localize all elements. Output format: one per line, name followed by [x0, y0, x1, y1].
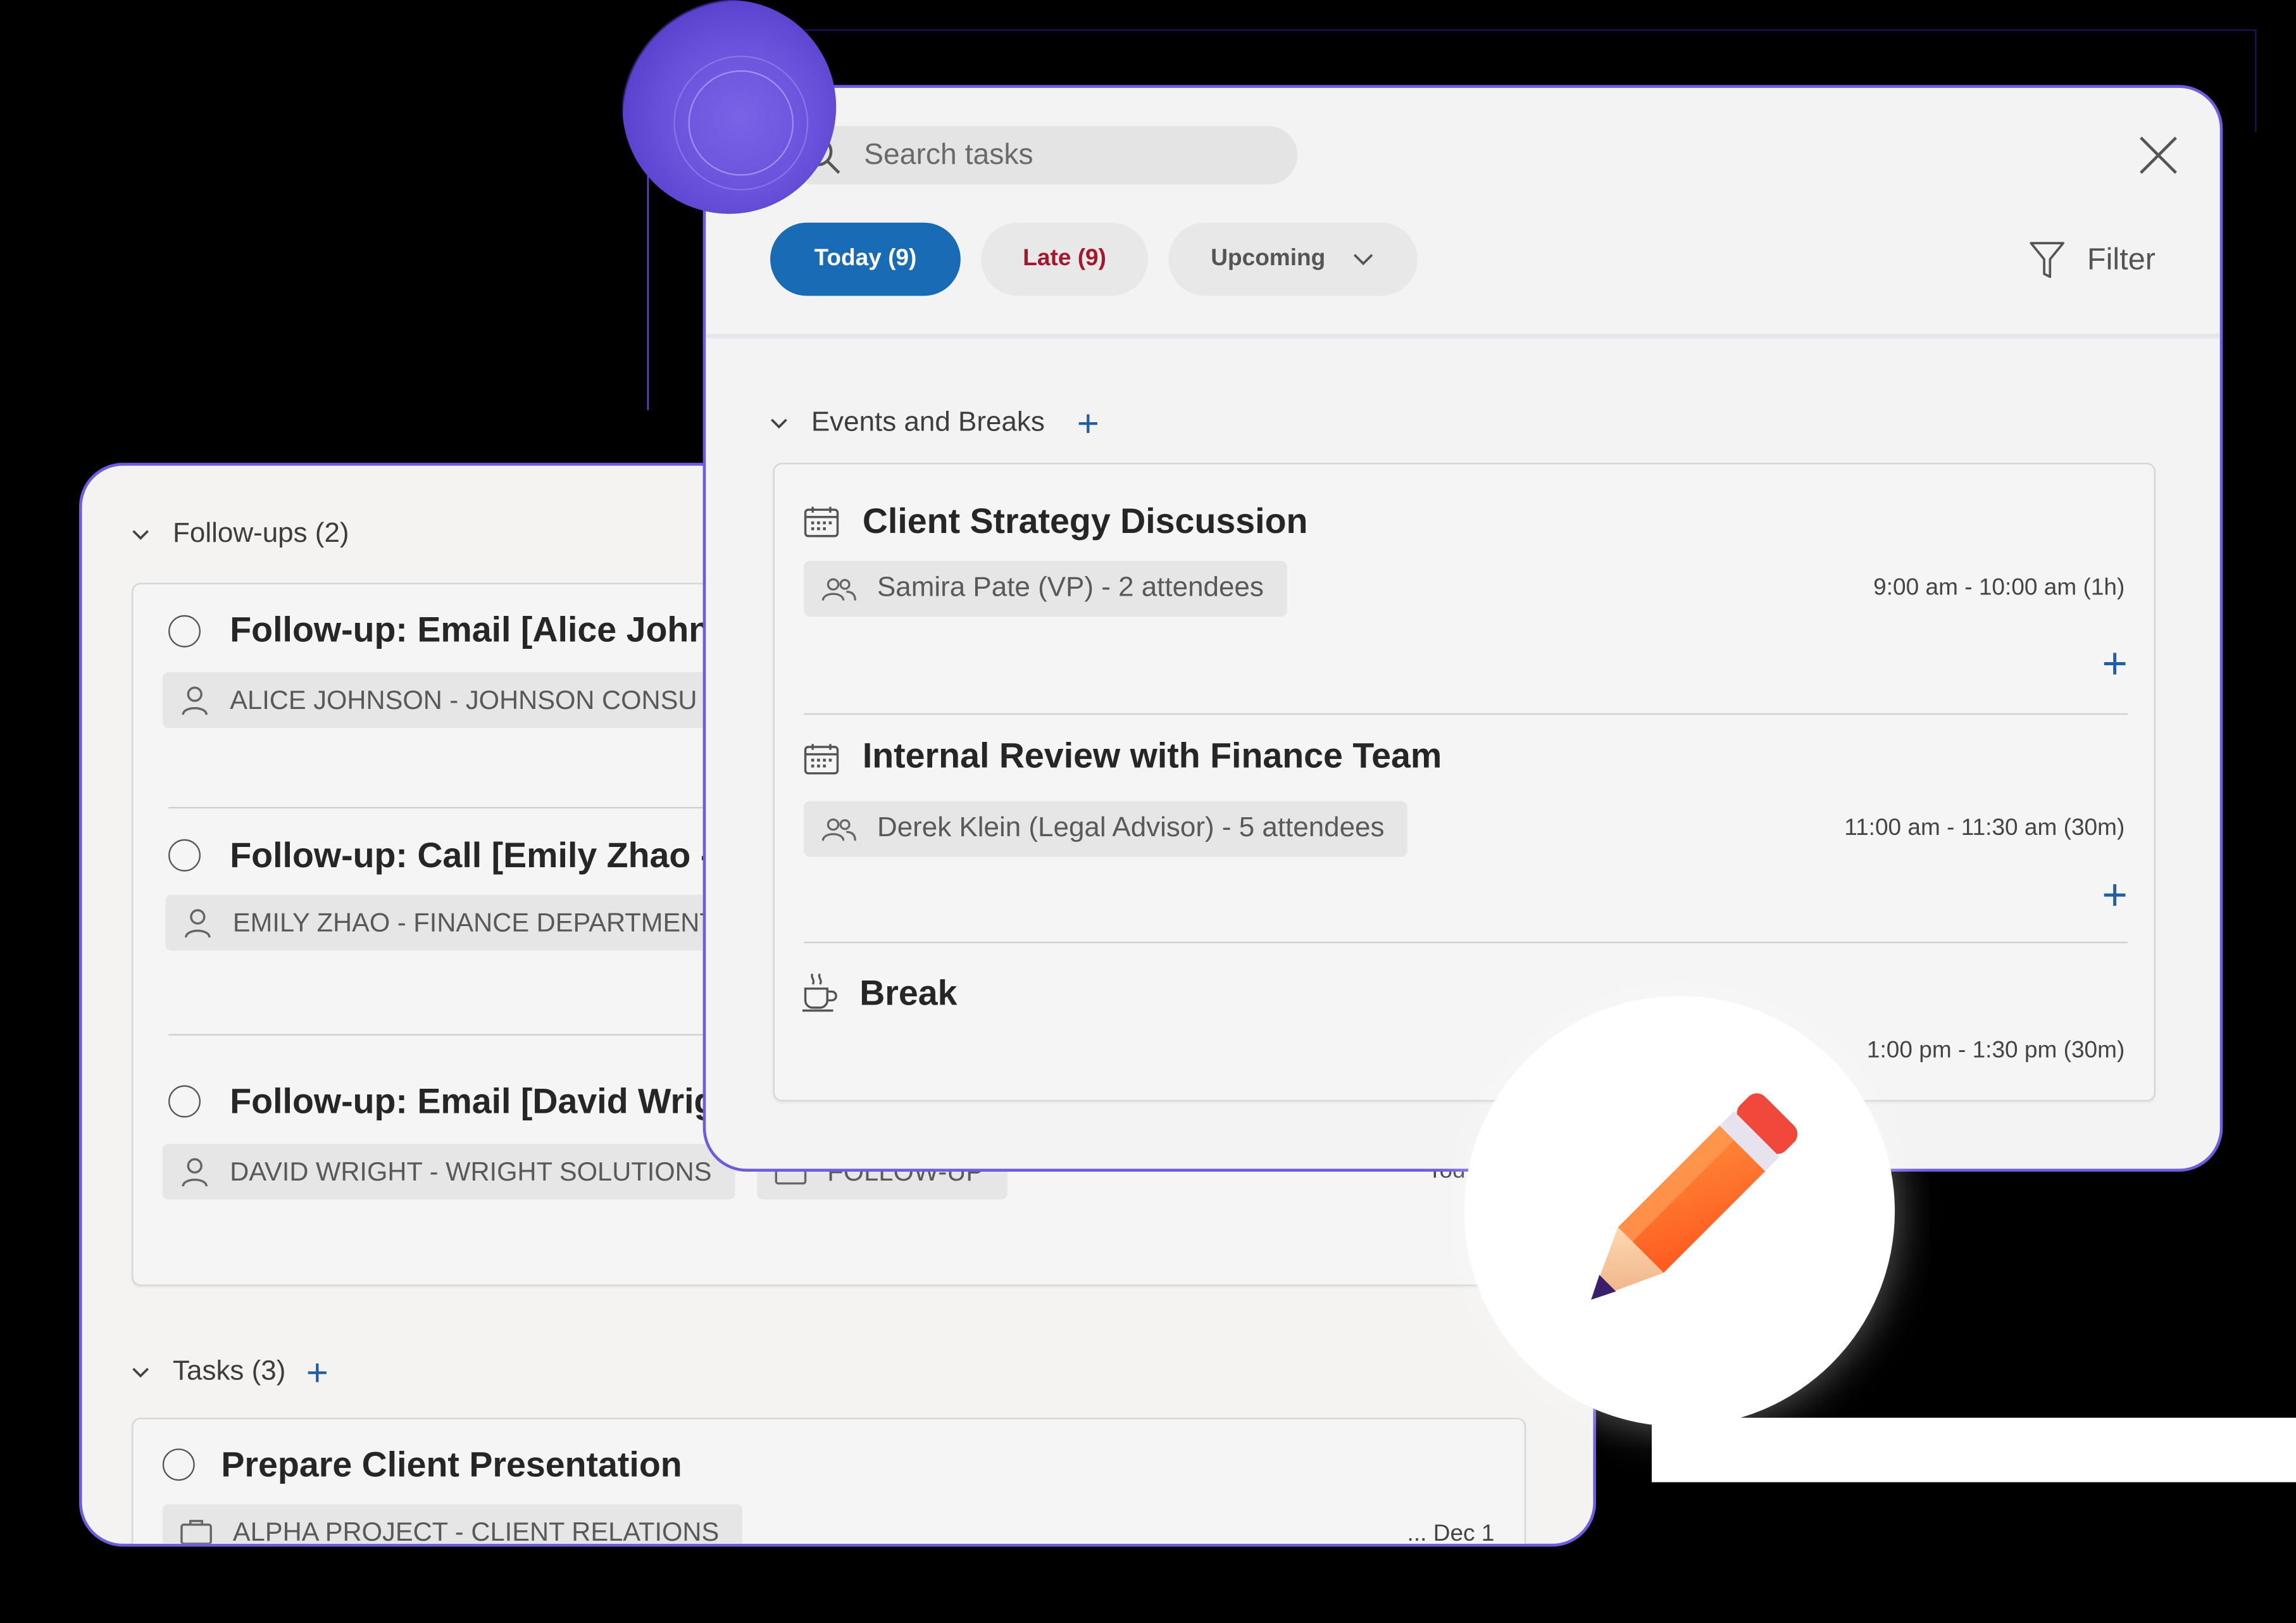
decor-line: [647, 146, 649, 410]
tasks-panel: Today (9) Late (9) Upcoming Filter Event…: [702, 85, 2223, 1172]
chevron-down-icon[interactable]: [770, 415, 788, 432]
calendar-icon: [804, 744, 839, 775]
decor-line: [2255, 29, 2257, 132]
person-icon: [185, 909, 211, 938]
decor-strip: [1651, 1417, 2296, 1482]
people-icon: [821, 578, 856, 601]
tab-upcoming-label: Upcoming: [1211, 246, 1326, 272]
contact-chip[interactable]: DAVID WRIGHT - WRIGHT SOLUTIONS: [162, 1144, 735, 1200]
contact-label: EMILY ZHAO - FINANCE DEPARTMENT: [232, 907, 716, 937]
filter-icon: [2030, 242, 2065, 279]
followups-section-header[interactable]: Follow-ups (2): [132, 518, 349, 551]
divider: [804, 713, 2128, 715]
complete-checkbox[interactable]: [168, 1085, 201, 1118]
contact-chip[interactable]: EMILY ZHAO - FINANCE DEPARTMENT: [165, 894, 739, 951]
task-title[interactable]: Follow-up: Email [Alice Johns: [230, 611, 730, 652]
tab-today[interactable]: Today (9): [770, 222, 961, 296]
edit-bubble[interactable]: [1464, 996, 1895, 1427]
task-title[interactable]: Prepare Client Presentation: [221, 1446, 682, 1487]
event-title[interactable]: Internal Review with Finance Team: [863, 737, 1442, 778]
contact-chip[interactable]: ALICE JOHNSON - JOHNSON CONSU: [162, 672, 721, 728]
person-icon: [182, 1158, 208, 1187]
contact-label: DAVID WRIGHT - WRIGHT SOLUTIONS: [230, 1156, 712, 1186]
section-title: Events and Breaks: [811, 407, 1045, 438]
complete-checkbox[interactable]: [168, 615, 201, 648]
search-bar[interactable]: [785, 125, 1298, 185]
add-event-button[interactable]: +: [1077, 404, 1099, 442]
close-icon[interactable]: [2138, 135, 2179, 176]
section-title: Follow-ups (2): [173, 518, 349, 549]
event-title[interactable]: Client Strategy Discussion: [863, 503, 1308, 544]
event-title[interactable]: Break: [859, 974, 957, 1015]
tasks-card: Prepare Client Presentation ALPHA PROJEC…: [132, 1417, 1526, 1547]
decor-line: [688, 29, 2255, 31]
search-input[interactable]: [861, 137, 1248, 174]
filter-button[interactable]: Filter: [2028, 240, 2156, 281]
person-icon: [182, 686, 208, 715]
chevron-down-icon: [1354, 254, 1373, 266]
attendees-chip[interactable]: Samira Pate (VP) - 2 attendees: [804, 561, 1287, 617]
attendees-label: Derek Klein (Legal Advisor) - 5 attendee…: [877, 813, 1385, 844]
event-time: 1:00 pm - 1:30 pm (30m): [1866, 1038, 2125, 1063]
event-time: 11:00 am - 11:30 am (30m): [1844, 815, 2125, 841]
complete-checkbox[interactable]: [162, 1448, 195, 1481]
pencil-icon: [1591, 1093, 1798, 1300]
add-task-button[interactable]: +: [306, 1353, 328, 1391]
decor-ring: [673, 55, 809, 191]
filter-label: Filter: [2087, 243, 2156, 277]
due-label: ... Dec 1: [1407, 1522, 1495, 1547]
coffee-icon: [802, 973, 837, 1012]
chevron-down-icon[interactable]: [132, 1363, 149, 1381]
event-time: 9:00 am - 10:00 am (1h): [1873, 575, 2125, 601]
people-icon: [821, 818, 856, 841]
briefcase-icon: [180, 1520, 212, 1544]
complete-checkbox[interactable]: [168, 839, 201, 872]
section-title: Tasks (3): [173, 1356, 286, 1388]
tab-upcoming[interactable]: Upcoming: [1168, 222, 1418, 296]
tab-late[interactable]: Late (9): [981, 222, 1149, 296]
chevron-down-icon[interactable]: [132, 526, 149, 544]
events-section-header[interactable]: Events and Breaks +: [770, 404, 1099, 442]
project-label: ALPHA PROJECT - CLIENT RELATIONS: [232, 1516, 720, 1546]
divider: [706, 334, 2220, 339]
calendar-icon: [804, 506, 839, 537]
add-note-button[interactable]: +: [2102, 642, 2128, 687]
contact-label: ALICE JOHNSON - JOHNSON CONSU: [230, 684, 697, 714]
tasks-section-header[interactable]: Tasks (3) +: [132, 1353, 328, 1391]
divider: [804, 941, 2128, 944]
project-chip[interactable]: ALPHA PROJECT - CLIENT RELATIONS: [162, 1504, 743, 1546]
attendees-chip[interactable]: Derek Klein (Legal Advisor) - 5 attendee…: [804, 801, 1408, 857]
task-title[interactable]: Follow-up: Email [David Wrig: [230, 1082, 715, 1124]
task-title[interactable]: Follow-up: Call [Emily Zhao -: [230, 836, 712, 877]
attendees-label: Samira Pate (VP) - 2 attendees: [877, 572, 1264, 604]
add-note-button[interactable]: +: [2102, 874, 2128, 918]
